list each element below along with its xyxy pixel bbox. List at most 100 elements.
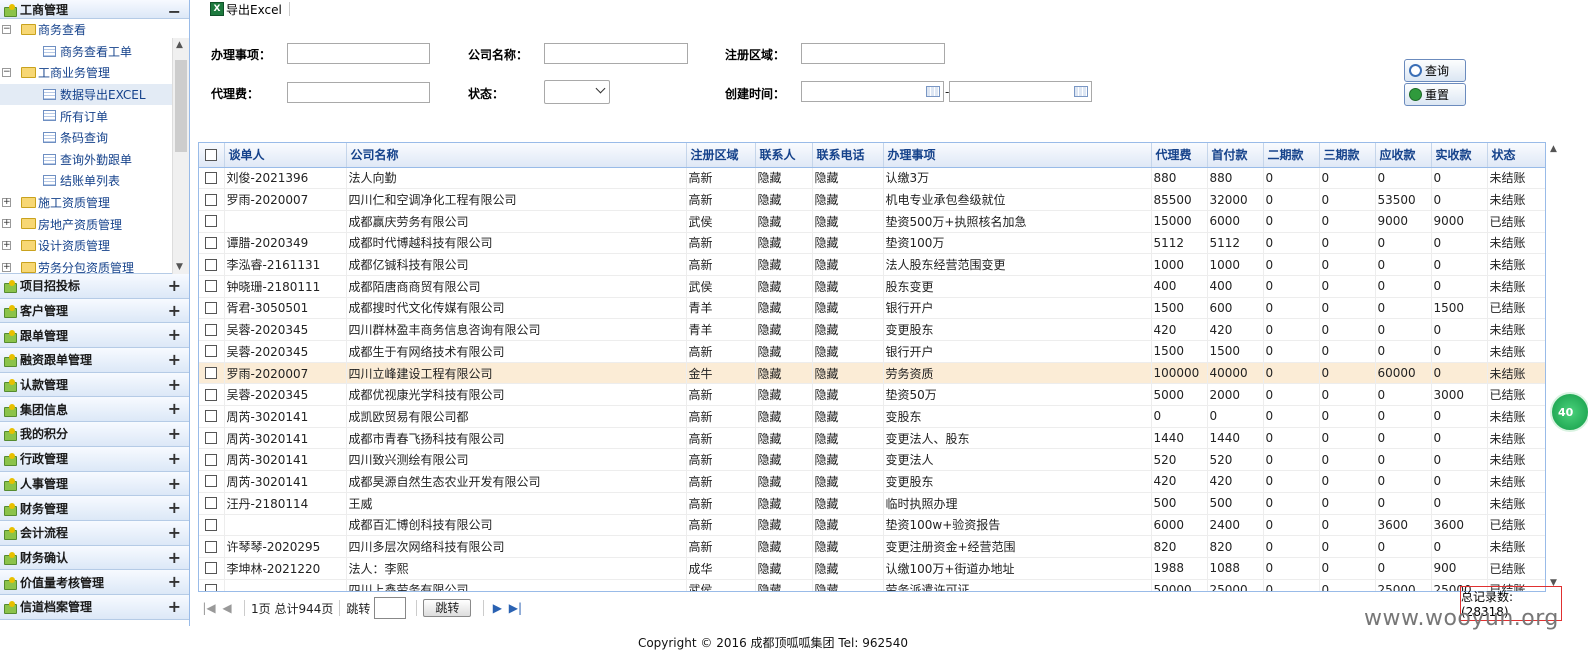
row-checkbox[interactable]: [205, 540, 218, 553]
scroll-up-icon[interactable]: ▲: [1550, 144, 1557, 154]
sidebar-section-header[interactable]: 跟单管理 +: [0, 323, 189, 349]
scroll-down-icon[interactable]: ▼: [176, 262, 183, 272]
table-row[interactable]: 周芮-3020141 成凯欧贸易有限公司都 高新 隐藏 隐藏 变股东 0 0 0 0 0 0 未结账: [199, 405, 1545, 428]
row-checkbox[interactable]: [205, 280, 218, 293]
row-checkbox[interactable]: [205, 367, 218, 380]
sidebar-section-header[interactable]: 信道档案管理 +: [0, 594, 189, 620]
table-row[interactable]: 四川上鑫劳务有限公司 武侯 隐藏 隐藏 劳务派遣许可证 50000 25000 0 0 25000…: [199, 579, 1545, 591]
table-row[interactable]: 李泓睿-2161131 成都亿铖科技有限公司 高新 隐藏 隐藏 法人股东经营范围变更 100…: [199, 253, 1545, 276]
column-header[interactable]: 办理事项: [883, 143, 1152, 168]
row-checkbox[interactable]: [205, 497, 218, 510]
date-start-input[interactable]: [801, 81, 944, 102]
expand-icon[interactable]: +: [2, 262, 11, 272]
table-row[interactable]: 胥君-3050501 成都搜时代文化传媒有限公司 青羊 隐藏 隐藏 银行开户 1500 600…: [199, 297, 1545, 320]
expand-icon[interactable]: +: [168, 449, 181, 468]
row-checkbox[interactable]: [205, 345, 218, 358]
row-checkbox[interactable]: [205, 301, 218, 314]
table-row[interactable]: 李坤林-2021220 法人：李熙 成华 隐藏 隐藏 认缴100万+街道办地址 1988 10…: [199, 557, 1545, 580]
column-header[interactable]: 联系电话: [812, 143, 884, 168]
tree-item[interactable]: + 施工资质管理: [0, 192, 189, 214]
tree-item[interactable]: 条码查询: [0, 127, 189, 149]
column-header[interactable]: 代理费: [1151, 143, 1208, 168]
item-input[interactable]: [287, 43, 430, 64]
row-checkbox[interactable]: [205, 410, 218, 423]
table-row[interactable]: 吴蓉-2020345 成都生于有网络技术有限公司 高新 隐藏 隐藏 银行开户 1500 150…: [199, 340, 1545, 363]
search-button[interactable]: 查询: [1404, 59, 1466, 82]
status-select[interactable]: [544, 80, 610, 104]
sidebar-section-header[interactable]: 工商管理 −: [0, 0, 189, 21]
row-checkbox[interactable]: [205, 583, 218, 591]
expand-icon[interactable]: +: [168, 424, 181, 443]
column-header[interactable]: 谈单人: [224, 143, 347, 168]
expand-icon[interactable]: +: [168, 523, 181, 542]
row-checkbox[interactable]: [205, 193, 218, 206]
calendar-icon[interactable]: [926, 86, 940, 97]
collapse-icon[interactable]: −: [2, 25, 11, 34]
expand-icon[interactable]: +: [168, 325, 181, 344]
calendar-icon[interactable]: [1074, 86, 1088, 97]
row-checkbox[interactable]: [205, 562, 218, 575]
column-header[interactable]: 公司名称: [346, 143, 687, 168]
excel-icon[interactable]: X: [210, 2, 224, 16]
sidebar-section-header[interactable]: 价值量考核管理 +: [0, 570, 189, 595]
tree-scrollbar[interactable]: ▲ ▼: [172, 38, 189, 274]
row-checkbox[interactable]: [205, 171, 218, 184]
expand-icon[interactable]: +: [168, 301, 181, 320]
row-checkbox[interactable]: [205, 323, 218, 336]
table-row[interactable]: 吴蓉-2020345 四川群林盈丰商务信息咨询有限公司 青羊 隐藏 隐藏 变更股东 420 4…: [199, 318, 1545, 341]
select-all-checkbox[interactable]: [205, 148, 218, 161]
column-header[interactable]: 实收款: [1431, 143, 1488, 168]
expand-icon[interactable]: +: [168, 474, 181, 493]
column-header[interactable]: 应收款: [1375, 143, 1432, 168]
sidebar-section-header[interactable]: 人事管理 +: [0, 471, 189, 497]
sidebar-section-header[interactable]: 行政管理 +: [0, 446, 189, 472]
expand-icon[interactable]: +: [168, 572, 181, 591]
scroll-up-icon[interactable]: ▲: [176, 40, 183, 50]
row-checkbox[interactable]: [205, 258, 218, 271]
reset-button[interactable]: 重置: [1404, 83, 1466, 106]
row-checkbox[interactable]: [205, 388, 218, 401]
column-header[interactable]: 状态: [1487, 143, 1545, 168]
first-page-icon[interactable]: |◀: [202, 601, 216, 615]
tree-item[interactable]: 数据导出EXCEL: [0, 83, 189, 106]
expand-icon[interactable]: +: [168, 597, 181, 616]
column-header[interactable]: 首付款: [1207, 143, 1264, 168]
tree-item[interactable]: − 商务查看: [0, 19, 189, 41]
row-checkbox[interactable]: [205, 518, 218, 531]
sidebar-section-header[interactable]: 我的积分 +: [0, 422, 189, 447]
tree-item[interactable]: + 设计资质管理: [0, 235, 189, 257]
sidebar-section-header[interactable]: 财务确认 +: [0, 545, 189, 571]
sidebar-section-header[interactable]: 财务管理 +: [0, 496, 189, 521]
table-row[interactable]: 周芮-3020141 成都昊源自然生态农业开发有限公司 高新 隐藏 隐藏 变更股东 420 4…: [199, 470, 1545, 493]
prev-page-icon[interactable]: ◀: [220, 601, 234, 615]
company-input[interactable]: [544, 43, 688, 64]
jump-page-input[interactable]: [374, 597, 407, 619]
table-row[interactable]: 罗雨-2020007 四川仁和空调净化工程有限公司 高新 隐藏 隐藏 机电专业承包叁级就位…: [199, 188, 1545, 211]
next-page-icon[interactable]: ▶: [490, 601, 504, 615]
expand-icon[interactable]: +: [168, 276, 181, 295]
sidebar-section-header[interactable]: 集团信息 +: [0, 397, 189, 423]
table-row[interactable]: 许琴琴-2020295 四川多层次网络科技有限公司 高新 隐藏 隐藏 变更注册资金+经营范…: [199, 535, 1545, 558]
tree-item[interactable]: + 房地产资质管理: [0, 213, 189, 235]
sidebar-section-header[interactable]: 项目招投标 +: [0, 274, 189, 299]
expand-icon[interactable]: +: [168, 350, 181, 369]
expand-icon[interactable]: +: [2, 240, 11, 250]
column-header[interactable]: 联系人: [755, 143, 813, 168]
jump-button[interactable]: 跳转: [423, 599, 472, 617]
region-input[interactable]: [801, 43, 945, 64]
expand-icon[interactable]: +: [168, 548, 181, 567]
sidebar-section-header[interactable]: 认款管理 +: [0, 372, 189, 398]
tree-item[interactable]: 查询外勤跟单: [0, 149, 189, 171]
row-checkbox[interactable]: [205, 215, 218, 228]
expand-icon[interactable]: +: [168, 375, 181, 394]
expand-icon[interactable]: +: [2, 197, 11, 207]
sidebar-section-header[interactable]: 会计流程 +: [0, 520, 189, 546]
table-row[interactable]: 钟晓珊-2180111 成都陌唐商商贸有限公司 武侯 隐藏 隐藏 股东变更 400 400 0 0…: [199, 275, 1545, 298]
expand-icon[interactable]: +: [168, 399, 181, 418]
table-row[interactable]: 谭腊-2020349 成都时代博越科技有限公司 高新 隐藏 隐藏 垫资100万 5112 51…: [199, 232, 1545, 255]
expand-icon[interactable]: +: [2, 219, 11, 229]
row-checkbox[interactable]: [205, 453, 218, 466]
fee-input[interactable]: [287, 82, 430, 103]
floating-badge[interactable]: 40: [1550, 392, 1588, 432]
collapse-icon[interactable]: −: [2, 68, 11, 78]
